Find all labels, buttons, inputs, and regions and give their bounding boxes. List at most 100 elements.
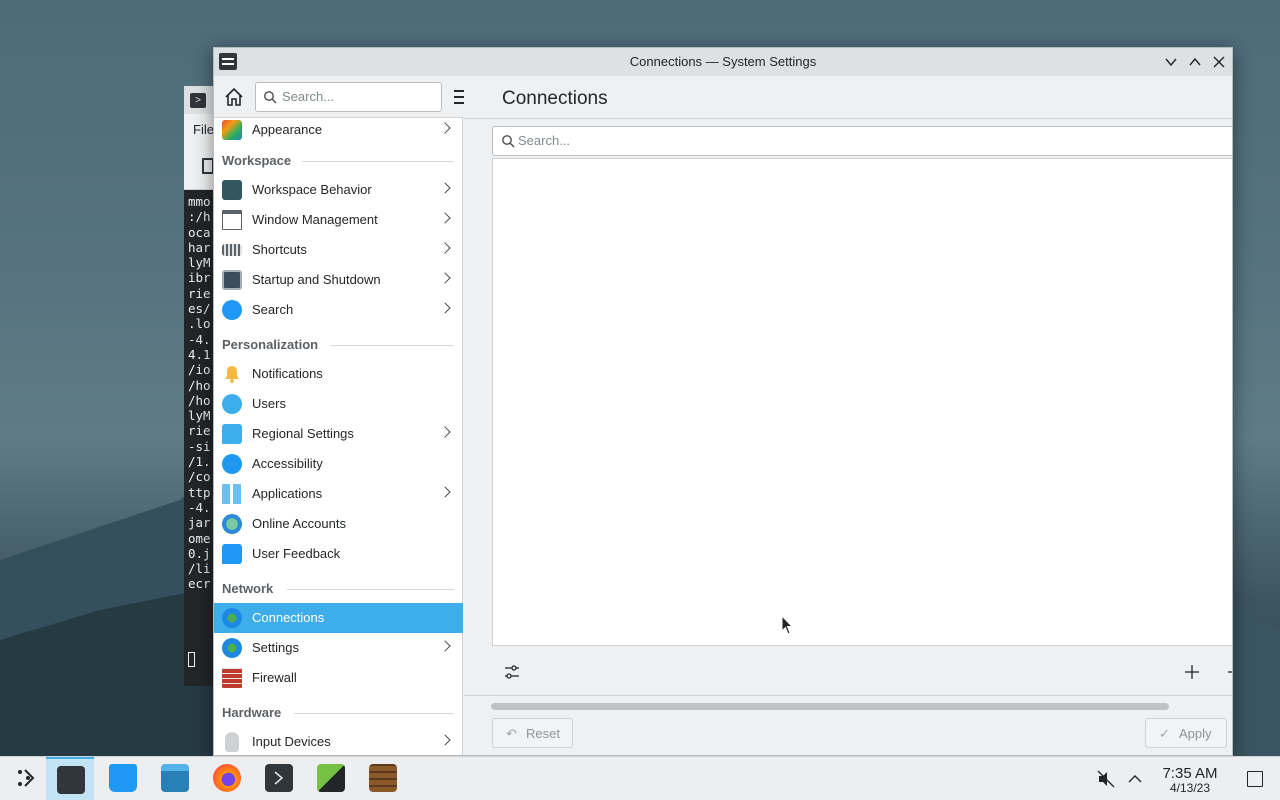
section-divider xyxy=(331,345,454,346)
section-heading-hardware: Hardware xyxy=(222,705,282,720)
sidebar-item-label: Accessibility xyxy=(252,456,323,471)
terminal-menu-file[interactable]: File xyxy=(193,122,214,137)
section-heading-personalization: Personalization xyxy=(222,337,319,352)
connections-list[interactable] xyxy=(492,158,1232,646)
sidebar-item-firewall[interactable]: Firewall xyxy=(214,663,463,693)
folder-icon xyxy=(161,764,189,792)
sidebar-item-label: Connections xyxy=(252,610,325,625)
startup-shutdown-icon xyxy=(222,270,242,290)
sidebar-item-label: Startup and Shutdown xyxy=(252,272,381,287)
configure-icon xyxy=(505,665,519,679)
taskbar-terminal[interactable] xyxy=(254,757,302,800)
terminal-icon xyxy=(265,764,293,792)
apply-button[interactable]: ✓ Apply xyxy=(1145,718,1227,748)
connections-toolbar xyxy=(492,654,1232,694)
globe-icon xyxy=(222,608,242,628)
close-button[interactable] xyxy=(1209,52,1229,72)
sidebar-item-search[interactable]: Search xyxy=(214,295,463,325)
sidebar-item-startup-shutdown[interactable]: Startup and Shutdown xyxy=(214,265,463,295)
taskbar-firefox[interactable] xyxy=(202,757,250,800)
remove-connection-button[interactable] xyxy=(1225,662,1232,682)
window-management-icon xyxy=(222,210,242,230)
sidebar-search-field[interactable] xyxy=(255,82,442,112)
sidebar-item-workspace-behavior[interactable]: Workspace Behavior xyxy=(214,175,463,205)
chevron-right-icon xyxy=(439,734,451,746)
firewall-icon xyxy=(222,668,242,688)
sidebar-search-input[interactable] xyxy=(282,89,432,104)
application-launcher-button[interactable] xyxy=(0,757,48,800)
sidebar-item-online-accounts[interactable]: Online Accounts xyxy=(214,509,463,539)
terminal-icon: > xyxy=(190,93,206,108)
users-icon xyxy=(222,394,242,414)
launcher-icon xyxy=(18,769,35,787)
chevron-right-icon xyxy=(439,242,451,254)
sidebar-item-notifications[interactable]: Notifications xyxy=(214,359,463,389)
sidebar-item-settings[interactable]: Settings xyxy=(214,633,463,663)
sidebar-item-accessibility[interactable]: Accessibility xyxy=(214,449,463,479)
page-title: Connections xyxy=(502,88,608,109)
clock-time[interactable]: 7:35 AM xyxy=(1150,765,1230,782)
add-connection-button[interactable] xyxy=(1182,662,1202,682)
taskbar-discover[interactable] xyxy=(98,757,146,800)
minimize-button[interactable] xyxy=(1161,52,1181,72)
configure-button[interactable] xyxy=(502,662,522,682)
undo-icon: ↶ xyxy=(506,726,517,741)
sidebar-item-label: Shortcuts xyxy=(252,242,307,257)
sidebar-list: Appearance Workspace Workspace Behavior … xyxy=(214,118,463,755)
sidebar-item-label: Appearance xyxy=(252,122,323,137)
section-divider xyxy=(294,713,454,714)
sidebar-item-label: Window Management xyxy=(252,212,378,227)
sidebar-item-shortcuts[interactable]: Shortcuts xyxy=(214,235,463,265)
show-desktop-button[interactable] xyxy=(1247,771,1263,787)
accessibility-icon xyxy=(222,454,242,474)
connections-page: Connections ↶ Reset ✓ Apply xyxy=(464,76,1232,755)
apply-label: Apply xyxy=(1179,726,1212,741)
mouse-icon xyxy=(225,732,239,752)
volume-muted-button[interactable] xyxy=(1096,757,1118,800)
sidebar-item-regional-settings[interactable]: Regional Settings xyxy=(214,419,463,449)
sidebar-item-label: Applications xyxy=(252,486,323,501)
taskbar-file-manager[interactable] xyxy=(150,757,198,800)
sidebar-item-label: Input Devices xyxy=(252,734,331,749)
game-icon xyxy=(317,764,345,792)
footer-divider xyxy=(464,695,1232,696)
sidebar-item-input-devices[interactable]: Input Devices xyxy=(214,727,463,755)
plus-icon xyxy=(1185,665,1199,679)
taskbar-system-settings[interactable] xyxy=(46,757,94,800)
check-icon: ✓ xyxy=(1159,726,1170,741)
reset-button[interactable]: ↶ Reset xyxy=(492,718,573,748)
online-accounts-icon xyxy=(222,514,242,534)
close-icon xyxy=(1213,56,1225,68)
clock-date[interactable]: 4/13/23 xyxy=(1150,781,1230,795)
maximize-button[interactable] xyxy=(1185,52,1205,72)
taskbar-minecraft[interactable] xyxy=(358,757,406,800)
sidebar-item-label: Online Accounts xyxy=(252,516,346,531)
mouse-cursor xyxy=(781,615,793,635)
user-feedback-icon xyxy=(222,544,242,564)
window-titlebar[interactable]: Connections — System Settings xyxy=(214,48,1232,76)
volume-muted-icon xyxy=(1097,770,1115,788)
connections-search-input[interactable] xyxy=(518,133,818,148)
home-icon xyxy=(225,87,243,106)
sidebar-item-label: Search xyxy=(252,302,294,317)
sidebar-item-window-management[interactable]: Window Management xyxy=(214,205,463,235)
sidebar-item-user-feedback[interactable]: User Feedback xyxy=(214,539,463,569)
home-button[interactable] xyxy=(223,86,245,108)
minus-icon xyxy=(1228,671,1232,673)
taskbar-game[interactable] xyxy=(306,757,354,800)
sidebar-item-label: Users xyxy=(252,396,286,411)
chevron-right-icon xyxy=(439,426,451,438)
system-tray-expand-button[interactable] xyxy=(1126,757,1144,800)
header-divider xyxy=(464,118,1232,119)
chevron-right-icon xyxy=(439,486,451,498)
connections-search-field[interactable] xyxy=(492,126,1232,156)
regional-settings-icon xyxy=(222,424,242,444)
section-divider xyxy=(302,161,454,162)
sidebar-item-applications[interactable]: Applications xyxy=(214,479,463,509)
appearance-icon xyxy=(222,120,242,140)
sidebar-item-appearance[interactable]: Appearance xyxy=(214,118,463,145)
chevron-up-icon xyxy=(1189,57,1201,66)
sidebar-item-users[interactable]: Users xyxy=(214,389,463,419)
horizontal-scrollbar[interactable] xyxy=(491,703,1169,710)
sidebar-item-connections[interactable]: Connections xyxy=(214,603,463,633)
